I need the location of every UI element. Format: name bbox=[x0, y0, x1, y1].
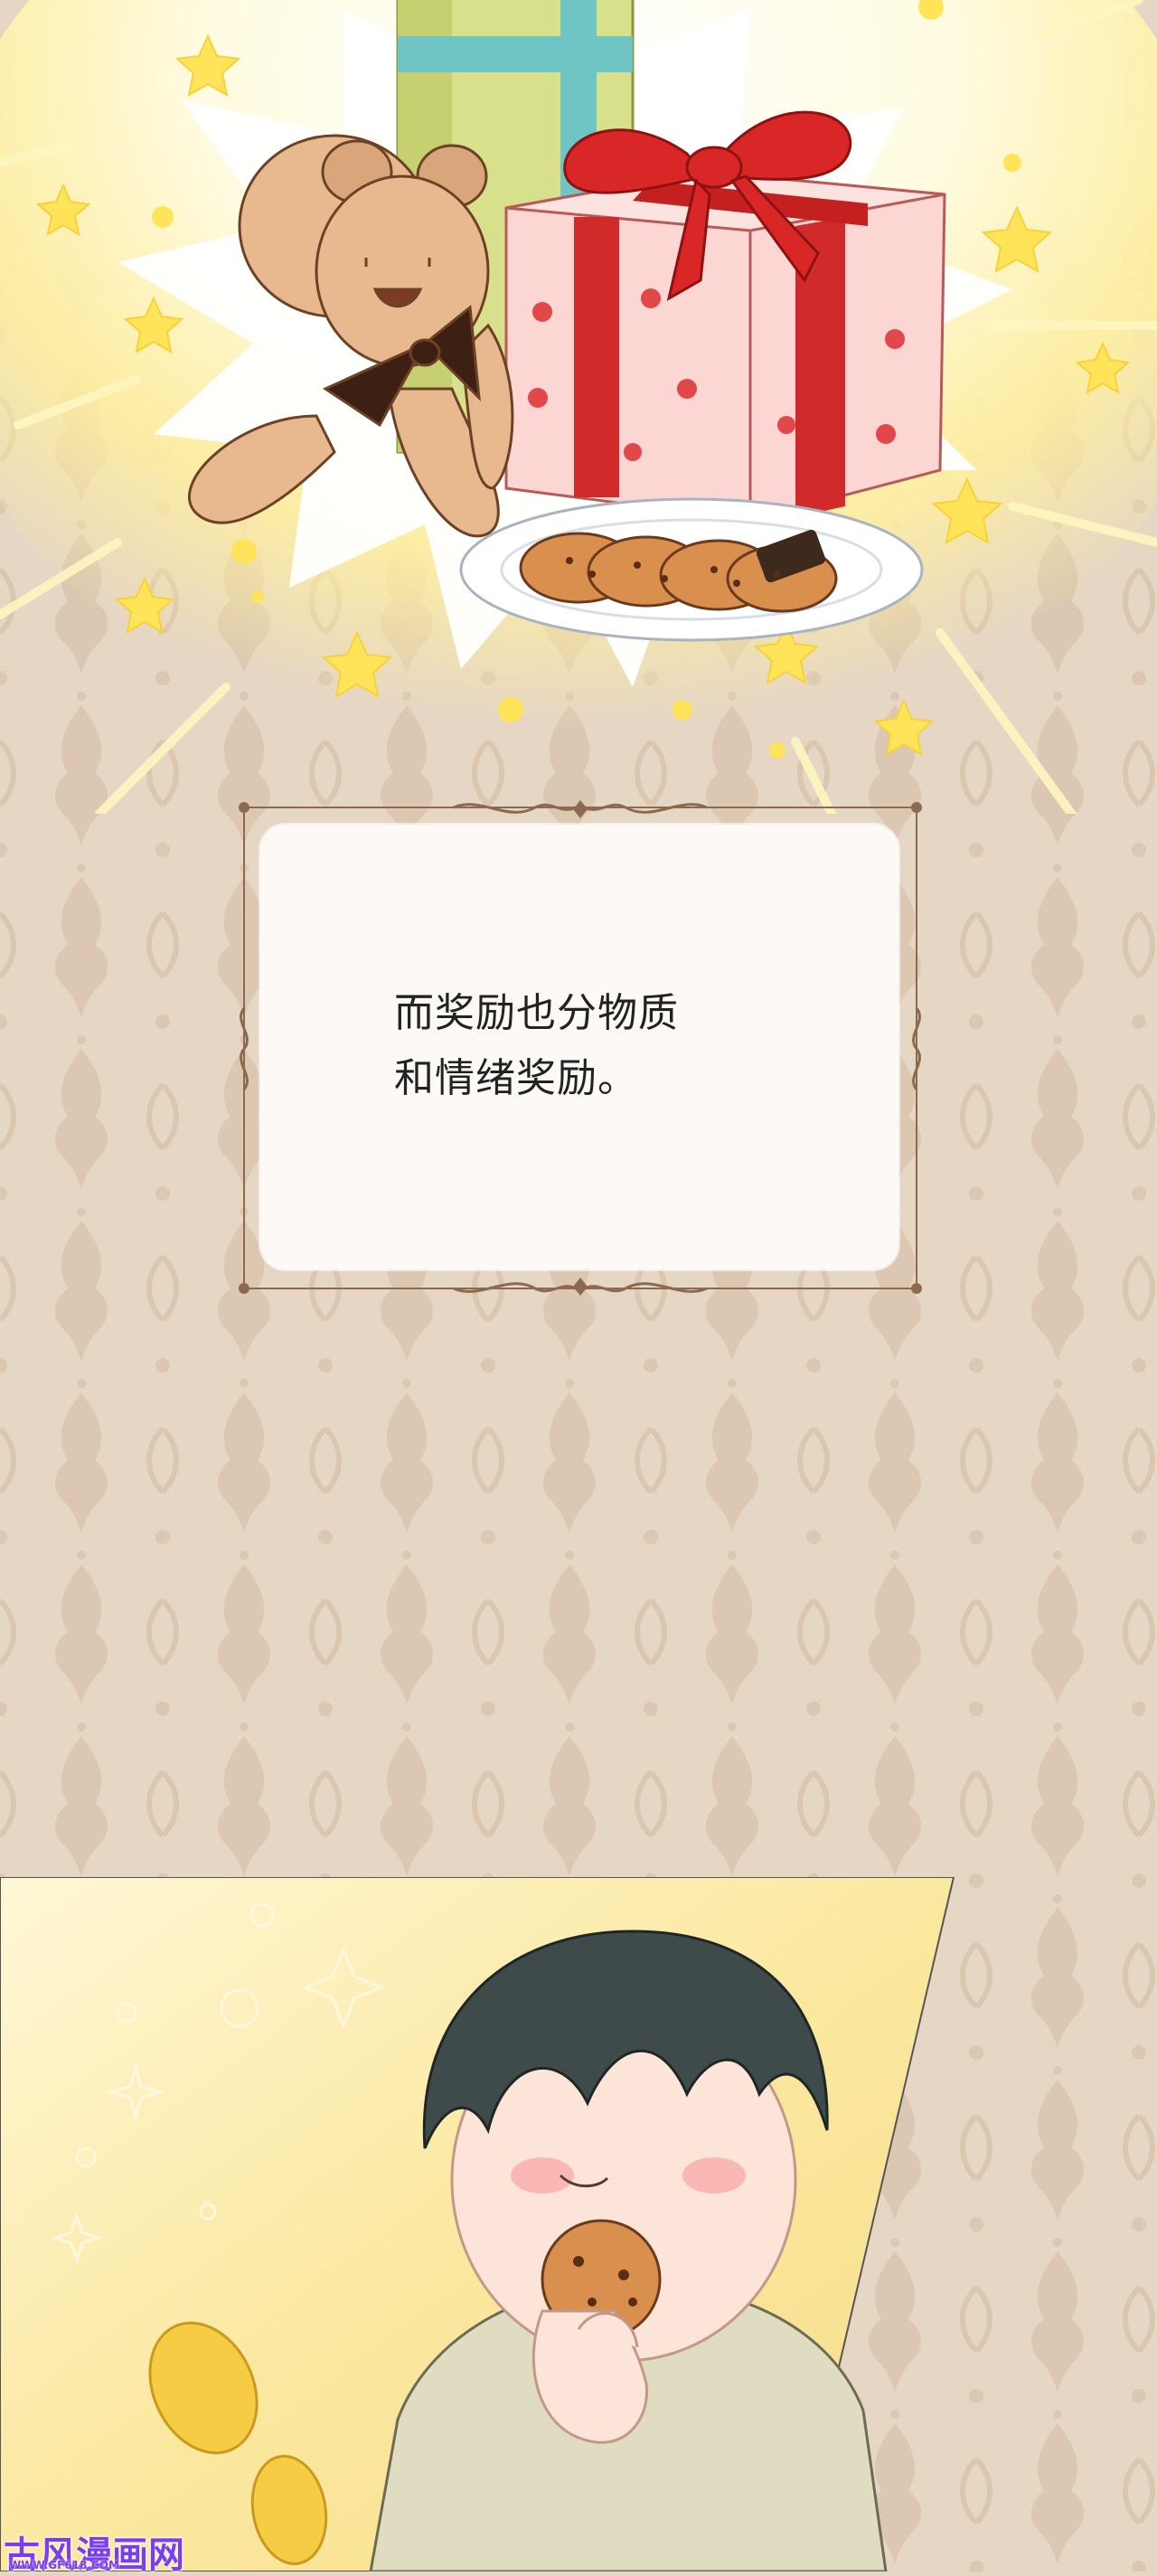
gifts-illustration-panel bbox=[0, 0, 1157, 814]
caption-text: 而奖励也分物质 和情绪奖励。 bbox=[394, 981, 828, 1111]
cookie-plate-icon bbox=[459, 497, 924, 642]
caption-line-2: 和情绪奖励。 bbox=[394, 1055, 638, 1101]
gift-box-icon bbox=[504, 170, 946, 522]
boy-eating-cookie-panel bbox=[0, 1877, 955, 2571]
watermark-url: WWW.GF618.COM bbox=[9, 2559, 119, 2571]
caption-line-1: 而奖励也分物质 bbox=[394, 990, 679, 1036]
